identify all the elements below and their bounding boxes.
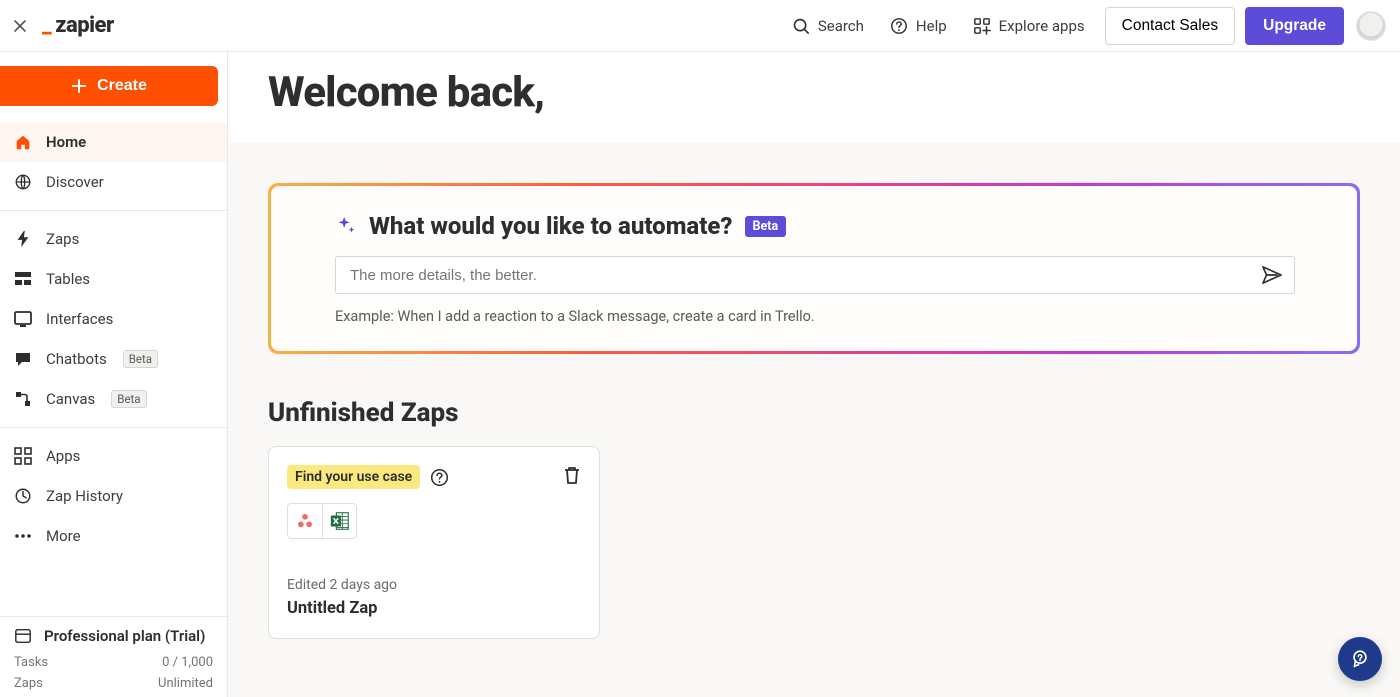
chat-icon <box>14 351 32 368</box>
sidebar-item-label: Home <box>46 133 86 151</box>
search-label: Search <box>818 17 864 35</box>
help-icon[interactable] <box>430 468 449 487</box>
close-sidebar-button[interactable] <box>4 10 36 42</box>
sidebar-item-label: More <box>46 527 81 545</box>
asana-icon <box>288 504 322 538</box>
topbar: _ zapier Search Help Explore apps Contac… <box>0 0 1400 52</box>
sidebar-item-label: Interfaces <box>46 310 113 328</box>
plan-label: Professional plan (Trial) <box>44 627 205 645</box>
explore-icon <box>973 17 991 35</box>
sidebar-item-discover[interactable]: Discover <box>0 162 227 202</box>
tasks-stat: Tasks 0 / 1,000 <box>14 655 213 670</box>
help-icon <box>890 17 908 35</box>
beta-badge: Beta <box>111 390 146 408</box>
sidebar-item-home[interactable]: Home <box>0 122 227 162</box>
sidebar-item-more[interactable]: More <box>0 516 227 556</box>
sidebar-item-label: Chatbots <box>46 350 107 368</box>
contact-sales-button[interactable]: Contact Sales <box>1105 7 1236 45</box>
sidebar-item-label: Zap History <box>46 487 123 505</box>
delete-zap-button[interactable] <box>559 461 585 489</box>
sidebar-item-chatbots[interactable]: Chatbots Beta <box>0 339 227 379</box>
prompt-title: What would you like to automate? <box>369 212 733 240</box>
tasks-label: Tasks <box>14 655 48 670</box>
chat-help-icon <box>1349 648 1371 670</box>
sidebar-item-label: Discover <box>46 173 104 191</box>
send-icon <box>1261 265 1283 285</box>
bolt-icon <box>14 230 32 248</box>
sidebar-item-apps[interactable]: Apps <box>0 436 227 476</box>
prompt-example: Example: When I add a reaction to a Slac… <box>335 308 1295 325</box>
plus-icon <box>71 78 87 94</box>
upgrade-button[interactable]: Upgrade <box>1245 7 1344 45</box>
logo-mark: _ <box>42 13 51 38</box>
more-icon <box>14 533 32 539</box>
canvas-icon <box>14 390 32 408</box>
create-button[interactable]: Create <box>0 66 218 106</box>
sidebar-item-label: Tables <box>46 270 90 288</box>
sidebar-plan-panel: Professional plan (Trial) Tasks 0 / 1,00… <box>0 616 227 697</box>
tables-icon <box>14 271 32 287</box>
logo-text: zapier <box>55 13 113 38</box>
help-button[interactable]: Help <box>880 11 957 41</box>
explore-apps-button[interactable]: Explore apps <box>963 11 1095 41</box>
globe-icon <box>14 173 32 191</box>
section-title-unfinished: Unfinished Zaps <box>268 398 1360 428</box>
create-label: Create <box>97 77 147 95</box>
avatar[interactable] <box>1356 11 1386 41</box>
excel-icon <box>322 504 356 538</box>
sidebar: Create Home Discover Zaps <box>0 52 228 697</box>
sidebar-item-label: Zaps <box>46 230 79 248</box>
logo[interactable]: _ zapier <box>42 13 114 38</box>
zap-name: Untitled Zap <box>287 599 581 618</box>
beta-badge: Beta <box>745 216 787 237</box>
search-icon <box>792 17 810 35</box>
page-title: Welcome back, <box>268 68 1400 117</box>
sidebar-item-canvas[interactable]: Canvas Beta <box>0 379 227 419</box>
help-bubble-button[interactable] <box>1338 637 1382 681</box>
explore-label: Explore apps <box>999 17 1085 35</box>
tasks-value: 0 / 1,000 <box>162 655 213 670</box>
zap-app-icons <box>287 503 357 539</box>
history-icon <box>14 487 32 505</box>
apps-icon <box>14 447 32 465</box>
interfaces-icon <box>14 311 32 328</box>
sidebar-item-zaps[interactable]: Zaps <box>0 219 227 259</box>
sidebar-item-interfaces[interactable]: Interfaces <box>0 299 227 339</box>
plan-row[interactable]: Professional plan (Trial) <box>14 627 213 645</box>
main: Welcome back, What would you like to aut… <box>228 52 1400 697</box>
help-label: Help <box>916 17 947 35</box>
zaps-value: Unlimited <box>158 676 213 691</box>
zap-card[interactable]: Find your use case Edited 2 days ago Unt… <box>268 446 600 639</box>
zaps-stat: Zaps Unlimited <box>14 676 213 691</box>
home-icon <box>14 133 32 151</box>
plan-icon <box>14 627 32 645</box>
send-button[interactable] <box>1257 261 1287 289</box>
trash-icon <box>563 465 581 485</box>
automate-prompt-card: What would you like to automate? Beta Ex… <box>268 183 1360 354</box>
zaps-label: Zaps <box>14 676 43 691</box>
sidebar-item-zap-history[interactable]: Zap History <box>0 476 227 516</box>
search-button[interactable]: Search <box>782 11 874 41</box>
sidebar-item-tables[interactable]: Tables <box>0 259 227 299</box>
usecase-badge: Find your use case <box>287 465 420 489</box>
sparkle-icon <box>335 215 357 237</box>
sidebar-item-label: Canvas <box>46 390 95 408</box>
beta-badge: Beta <box>123 350 158 368</box>
close-icon <box>12 18 28 34</box>
automate-input[interactable] <box>335 256 1295 294</box>
zap-meta: Edited 2 days ago <box>287 577 581 593</box>
sidebar-item-label: Apps <box>46 447 80 465</box>
